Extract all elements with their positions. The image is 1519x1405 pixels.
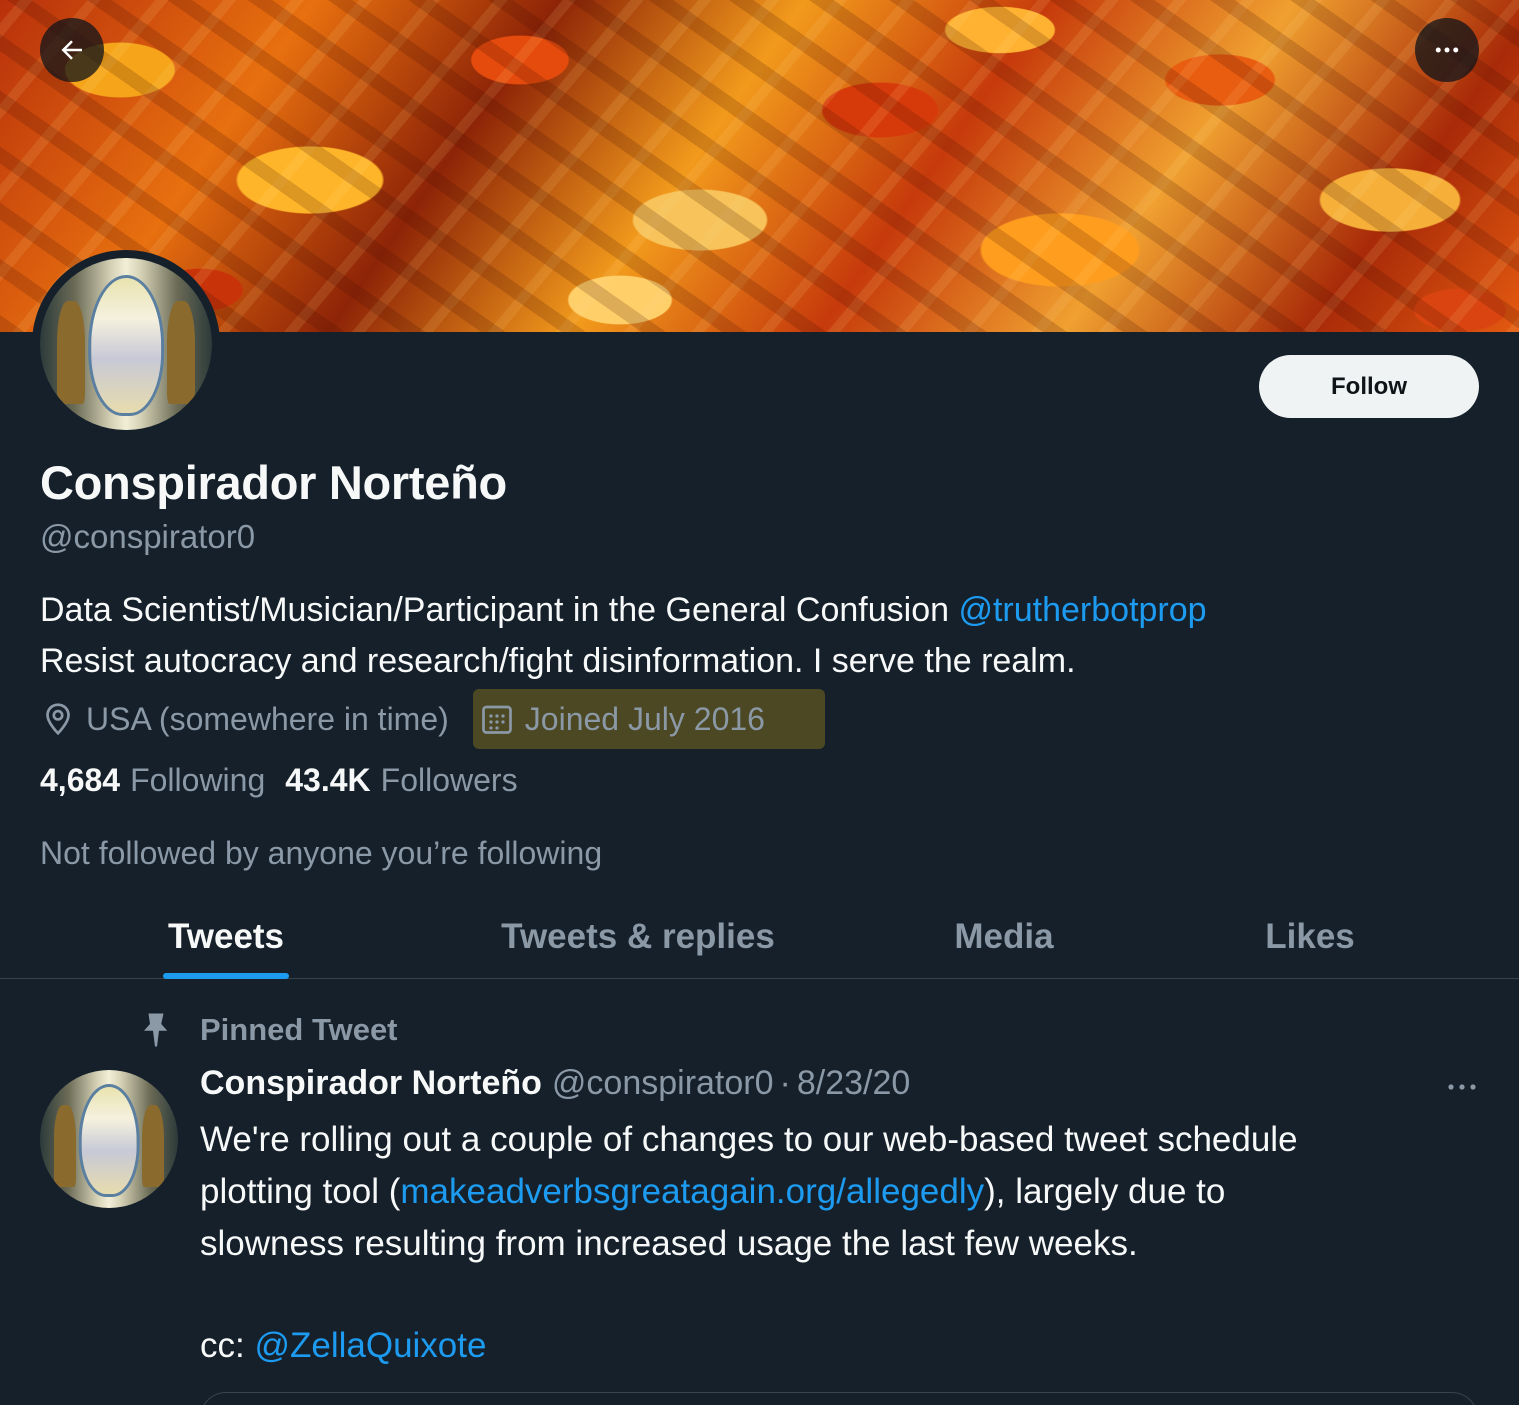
profile-meta: USA (somewhere in time) Joined July 2016 (40, 689, 825, 749)
location-pin-icon (46, 703, 70, 736)
avatar-center-oval (88, 275, 164, 417)
followers-label: Followers (380, 762, 518, 798)
following-stat[interactable]: 4,684 Following (40, 762, 265, 799)
tab-tweets-label: Tweets (167, 917, 285, 956)
followers-count: 43.4K (285, 762, 371, 798)
tab-tweets[interactable]: Tweets (116, 895, 336, 979)
bio-text-line2: Resist autocracy and research/fight disi… (40, 642, 1076, 680)
location-text: USA (somewhere in time) (86, 700, 449, 737)
profile-handle: @conspirator0 (40, 518, 256, 555)
profile-page: Follow Conspirador Norteño @conspirator0… (0, 0, 1519, 1405)
tweet-body-line2-pre: plotting tool ( (200, 1172, 401, 1211)
profile-tabs: Tweets Tweets & replies Media Likes (0, 895, 1519, 979)
tweet-separator: · (779, 1064, 791, 1102)
location-item: USA (somewhere in time) (40, 701, 449, 738)
tweet-author-avatar[interactable] (40, 1070, 178, 1208)
tweet-date[interactable]: 8/23/20 (797, 1064, 910, 1103)
tab-tweets-replies[interactable]: Tweets & replies (468, 895, 808, 979)
tweet-body-line2-post: ), largely due to (984, 1172, 1226, 1211)
profile-avatar[interactable] (32, 250, 220, 438)
more-horizontal-icon (1435, 47, 1459, 53)
avatar-center-oval (78, 1083, 140, 1197)
not-followed-text: Not followed by anyone you’re following (40, 835, 603, 871)
pin-icon (144, 1013, 168, 1047)
profile-bio: Data Scientist/Musician/Participant in t… (40, 585, 1207, 687)
back-button[interactable] (40, 18, 104, 82)
joined-text: Joined July 2016 (524, 700, 765, 737)
banner-texture (0, 0, 1519, 332)
more-options-button[interactable] (1415, 18, 1479, 82)
tweet-author-name[interactable]: Conspirador Norteño (200, 1064, 542, 1103)
profile-banner-image[interactable] (0, 0, 1519, 332)
active-tab-indicator (163, 973, 289, 979)
followers-stat[interactable]: 43.4K Followers (285, 762, 517, 799)
bio-text-line1: Data Scientist/Musician/Participant in t… (40, 591, 959, 629)
tweet-body-line3: slowness resulting from increased usage … (200, 1224, 1138, 1263)
tweet-url-link[interactable]: makeadverbsgreatagain.org/allegedly (400, 1172, 984, 1211)
avatar-figure-left (53, 1104, 76, 1188)
following-label: Following (130, 762, 266, 798)
follow-stats: 4,684 Following 43.4K Followers (40, 762, 518, 799)
arrow-left-icon (61, 40, 82, 60)
more-horizontal-icon (1448, 1084, 1476, 1090)
avatar-figure-left (57, 301, 85, 405)
following-count: 4,684 (40, 762, 121, 798)
tweet-header: Conspirador Norteño @conspirator0 · 8/23… (200, 1064, 910, 1103)
avatar-image (40, 258, 212, 430)
avatar-figure-right (167, 301, 195, 405)
tweet-author-handle[interactable]: @conspirator0 (552, 1064, 774, 1103)
tweet-body-line2: plotting tool (makeadverbsgreatagain.org… (200, 1166, 1298, 1218)
follow-button[interactable]: Follow (1259, 355, 1479, 418)
bio-mention-link[interactable]: @trutherbotprop (958, 591, 1206, 629)
tweet-cc-label: cc: (200, 1326, 255, 1365)
tab-tweets-replies-label: Tweets & replies (501, 917, 775, 956)
tweet-body: We're rolling out a couple of changes to… (200, 1114, 1298, 1270)
tab-likes-label: Likes (1265, 917, 1355, 956)
profile-name: Conspirador Norteño (40, 456, 507, 509)
tweet-cc-line: cc: @ZellaQuixote (200, 1320, 486, 1372)
calendar-icon (481, 705, 512, 734)
tab-likes[interactable]: Likes (1220, 895, 1400, 979)
avatar-figure-right (142, 1104, 165, 1188)
tweet-body-line1: We're rolling out a couple of changes to… (200, 1120, 1298, 1159)
tweet-more-button[interactable] (1440, 1072, 1484, 1102)
tweet-cc-mention[interactable]: @ZellaQuixote (254, 1326, 486, 1365)
pinned-label: Pinned Tweet (200, 1012, 398, 1047)
link-preview-card[interactable] (200, 1392, 1478, 1405)
tab-media-label: Media (954, 917, 1054, 956)
tab-media[interactable]: Media (904, 895, 1104, 979)
pinned-indicator: Pinned Tweet (138, 1010, 398, 1050)
joined-item: Joined July 2016 (472, 689, 825, 749)
